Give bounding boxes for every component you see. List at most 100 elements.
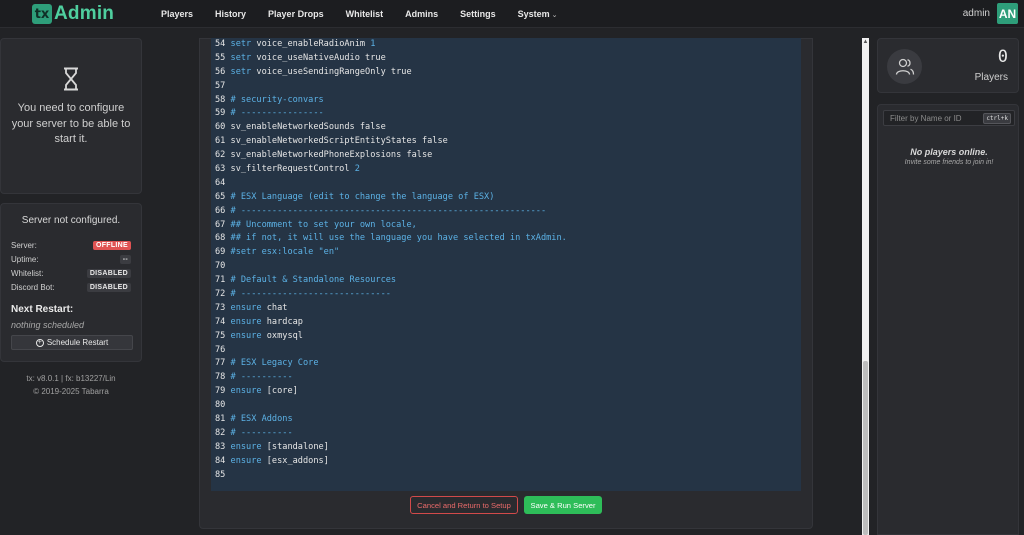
code-text: sv_enableNetworkedPhoneExplosions false bbox=[230, 150, 433, 161]
logo-text: Admin bbox=[54, 3, 115, 24]
code-comment: #setr esx:locale "en" bbox=[230, 247, 340, 258]
status-label: Discord Bot: bbox=[11, 282, 55, 292]
code-line[interactable]: 59 # ---------------- bbox=[211, 107, 801, 121]
nav-item-whitelist[interactable]: Whitelist bbox=[346, 9, 384, 19]
line-number: 70 bbox=[215, 261, 231, 272]
player-filter-input[interactable]: Filter by Name or ID ctrl+k bbox=[883, 110, 1015, 126]
scroll-up-arrow-icon[interactable]: ▲ bbox=[862, 38, 869, 46]
code-line[interactable]: 80 bbox=[211, 399, 801, 413]
code-line[interactable]: 83 ensure [standalone] bbox=[211, 441, 801, 455]
code-line[interactable]: 81 # ESX Addons bbox=[211, 413, 801, 427]
status-title: Server not configured. bbox=[21, 215, 121, 226]
code-line[interactable]: 85 bbox=[211, 469, 801, 483]
code-line[interactable]: 56 setr voice_useSendingRangeOnly true bbox=[211, 66, 801, 80]
line-number: 62 bbox=[215, 150, 231, 161]
users-icon-glyph bbox=[895, 58, 914, 75]
schedule-restart-label: Schedule Restart bbox=[46, 338, 109, 347]
code-text: [core] bbox=[261, 386, 298, 397]
nav-item-admins[interactable]: Admins bbox=[405, 9, 438, 19]
line-number: 75 bbox=[215, 330, 231, 341]
code-line[interactable]: 84 ensure [esx_addons] bbox=[211, 455, 801, 469]
line-number: 67 bbox=[215, 219, 231, 230]
code-line[interactable]: 73 ensure chat bbox=[211, 302, 801, 316]
nav-item-settings[interactable]: Settings bbox=[460, 9, 496, 19]
nav-item-players[interactable]: Players bbox=[161, 9, 193, 19]
code-line[interactable]: 54 setr voice_enableRadioAnim 1 bbox=[211, 38, 801, 52]
code-line[interactable]: 72 # ----------------------------- bbox=[211, 288, 801, 302]
line-number: 72 bbox=[215, 289, 231, 300]
code-keyword: ensure bbox=[230, 302, 262, 313]
code-line[interactable]: 71 # Default & Standalone Resources bbox=[211, 274, 801, 288]
code-line[interactable]: 77 # ESX Legacy Core bbox=[211, 357, 801, 371]
line-number: 74 bbox=[215, 316, 231, 327]
code-keyword: setr bbox=[230, 39, 252, 49]
copyright: © 2019-2025 Tabarra bbox=[33, 387, 109, 396]
code-line[interactable]: 78 # ---------- bbox=[211, 371, 801, 385]
line-number: 78 bbox=[215, 372, 231, 383]
logo-mark: tx bbox=[32, 4, 52, 24]
line-number: 56 bbox=[215, 66, 231, 77]
code-line[interactable]: 64 bbox=[211, 177, 801, 191]
code-line[interactable]: 55 setr voice_useNativeAudio true bbox=[211, 52, 801, 66]
nav-item-system[interactable]: System ⌄ bbox=[518, 9, 558, 19]
code-line[interactable]: 63 sv_filterRequestControl 2 bbox=[211, 163, 801, 177]
code-text: chat bbox=[261, 302, 288, 313]
code-line[interactable]: 76 bbox=[211, 344, 801, 358]
nav-username[interactable]: admin bbox=[963, 8, 990, 19]
line-number: 58 bbox=[215, 94, 231, 105]
code-line[interactable]: 70 bbox=[211, 260, 801, 274]
code-text: [esx_addons] bbox=[261, 455, 329, 466]
code-line[interactable]: 68 ## if not, it will use the language y… bbox=[211, 232, 801, 246]
code-text: hardcap bbox=[261, 316, 303, 327]
line-number: 76 bbox=[215, 344, 231, 355]
nav-item-history[interactable]: History bbox=[215, 9, 246, 19]
code-keyword: ensure bbox=[230, 316, 262, 327]
players-count-card: 0 Players bbox=[877, 38, 1019, 93]
code-keyword: 1 bbox=[370, 39, 376, 49]
server-cfg-editor[interactable]: 54 setr voice_enableRadioAnim 1 55 setr v… bbox=[211, 38, 801, 491]
line-number: 63 bbox=[215, 164, 231, 175]
code-comment: # ---------- bbox=[230, 372, 293, 383]
page-scrollbar[interactable]: ▲ bbox=[862, 38, 869, 535]
code-keyword: setr bbox=[230, 52, 252, 63]
code-line[interactable]: 67 ## Uncomment to set your own locale, bbox=[211, 219, 801, 233]
cancel-return-setup-button[interactable]: Cancel and Return to Setup bbox=[410, 496, 518, 514]
nav-item-system-label: System bbox=[517, 9, 550, 19]
scrollbar-thumb[interactable] bbox=[863, 361, 868, 535]
line-number: 60 bbox=[215, 122, 231, 133]
code-line[interactable]: 57 bbox=[211, 80, 801, 94]
player-list-card: Filter by Name or ID ctrl+k No players o… bbox=[877, 104, 1019, 535]
code-line[interactable]: 60 sv_enableNetworkedSounds false bbox=[211, 121, 801, 135]
code-line[interactable]: 61 sv_enableNetworkedScriptEntityStates … bbox=[211, 135, 801, 149]
invite-friends-message: Invite some friends to join in! bbox=[904, 159, 994, 166]
txadmin-logo[interactable]: tx Admin bbox=[32, 3, 114, 25]
code-line[interactable]: 79 ensure [core] bbox=[211, 385, 801, 399]
code-line[interactable]: 82 # ---------- bbox=[211, 427, 801, 441]
code-line[interactable]: 69 #setr esx:locale "en" bbox=[211, 246, 801, 260]
code-line[interactable]: 62 sv_enableNetworkedPhoneExplosions fal… bbox=[211, 149, 801, 163]
status-badge: DISABLED bbox=[86, 268, 131, 278]
code-text: [standalone] bbox=[261, 441, 329, 452]
status-label: Server: bbox=[11, 240, 37, 250]
code-keyword: ensure bbox=[230, 386, 262, 397]
code-keyword: ensure bbox=[230, 330, 262, 341]
code-comment: # ----------------------------- bbox=[230, 289, 391, 300]
code-comment: # security-convars bbox=[230, 94, 324, 105]
avatar[interactable]: AN bbox=[997, 3, 1018, 24]
nav-menu: Players History Player Drops Whitelist A… bbox=[150, 0, 569, 28]
save-run-server-button[interactable]: Save & Run Server bbox=[524, 496, 602, 514]
status-row-uptime: Uptime: -- bbox=[11, 252, 131, 266]
nav-item-player-drops[interactable]: Player Drops bbox=[268, 9, 324, 19]
code-line[interactable]: 66 # -----------------------------------… bbox=[211, 205, 801, 219]
schedule-restart-button[interactable]: + Schedule Restart bbox=[11, 335, 133, 350]
code-line[interactable]: 75 ensure oxmysql bbox=[211, 330, 801, 344]
line-number: 82 bbox=[215, 427, 231, 438]
code-line[interactable]: 65 # ESX Language (edit to change the la… bbox=[211, 191, 801, 205]
status-badge: DISABLED bbox=[86, 282, 131, 292]
code-line[interactable]: 74 ensure hardcap bbox=[211, 316, 801, 330]
hourglass-icon bbox=[64, 67, 78, 91]
code-line[interactable]: 58 # security-convars bbox=[211, 94, 801, 108]
no-players-message: No players online. bbox=[910, 147, 988, 157]
code-comment: # ESX Addons bbox=[230, 414, 293, 425]
code-text: sv_enableNetworkedScriptEntityStates fal… bbox=[230, 136, 448, 147]
